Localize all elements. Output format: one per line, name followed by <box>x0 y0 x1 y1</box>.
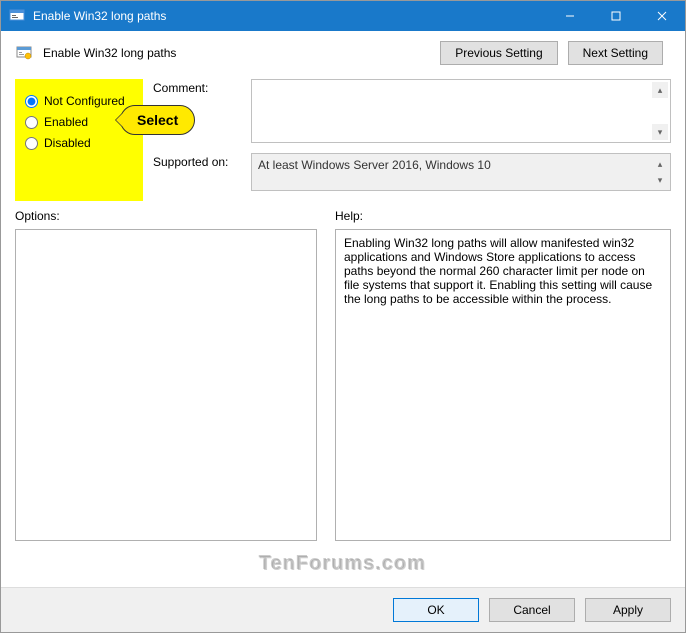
scroll-down-icon[interactable]: ▾ <box>652 124 668 140</box>
help-label: Help: <box>335 209 671 223</box>
supported-label: Supported on: <box>153 153 243 169</box>
scroll-up-icon[interactable]: ▴ <box>652 82 668 98</box>
watermark: TenForums.com <box>259 553 426 576</box>
previous-setting-button[interactable]: Previous Setting <box>440 41 557 65</box>
radio-panel: Not Configured Enabled Disabled Select <box>15 79 143 201</box>
supported-value: At least Windows Server 2016, Windows 10 <box>258 158 491 172</box>
radio-disabled[interactable]: Disabled <box>25 136 133 150</box>
policy-title: Enable Win32 long paths <box>43 46 176 60</box>
options-label: Options: <box>15 209 317 223</box>
dialog-content: Enable Win32 long paths Previous Setting… <box>1 31 685 551</box>
radio-not-configured-input[interactable] <box>25 95 38 108</box>
radio-enabled-input[interactable] <box>25 116 38 129</box>
app-icon <box>9 8 25 24</box>
policy-icon <box>15 44 33 62</box>
supported-box: At least Windows Server 2016, Windows 10… <box>251 153 671 191</box>
cancel-button[interactable]: Cancel <box>489 598 575 622</box>
scroll-down-icon[interactable]: ▾ <box>652 172 668 188</box>
ok-button[interactable]: OK <box>393 598 479 622</box>
radio-label: Enabled <box>44 115 88 129</box>
radio-not-configured[interactable]: Not Configured <box>25 94 133 108</box>
help-text: Enabling Win32 long paths will allow man… <box>344 236 652 306</box>
comment-label: Comment: <box>153 79 243 95</box>
titlebar-text: Enable Win32 long paths <box>33 9 547 23</box>
annotation-callout: Select <box>120 105 195 135</box>
close-button[interactable] <box>639 1 685 31</box>
next-setting-button[interactable]: Next Setting <box>568 41 663 65</box>
scroll-up-icon[interactable]: ▴ <box>652 156 668 172</box>
comment-textarea[interactable]: ▴ ▾ <box>251 79 671 143</box>
minimize-button[interactable] <box>547 1 593 31</box>
titlebar: Enable Win32 long paths <box>1 1 685 31</box>
radio-label: Not Configured <box>44 94 125 108</box>
help-box[interactable]: Enabling Win32 long paths will allow man… <box>335 229 671 541</box>
maximize-button[interactable] <box>593 1 639 31</box>
footer: OK Cancel Apply <box>1 587 685 632</box>
apply-button[interactable]: Apply <box>585 598 671 622</box>
radio-disabled-input[interactable] <box>25 137 38 150</box>
options-box[interactable] <box>15 229 317 541</box>
radio-label: Disabled <box>44 136 91 150</box>
